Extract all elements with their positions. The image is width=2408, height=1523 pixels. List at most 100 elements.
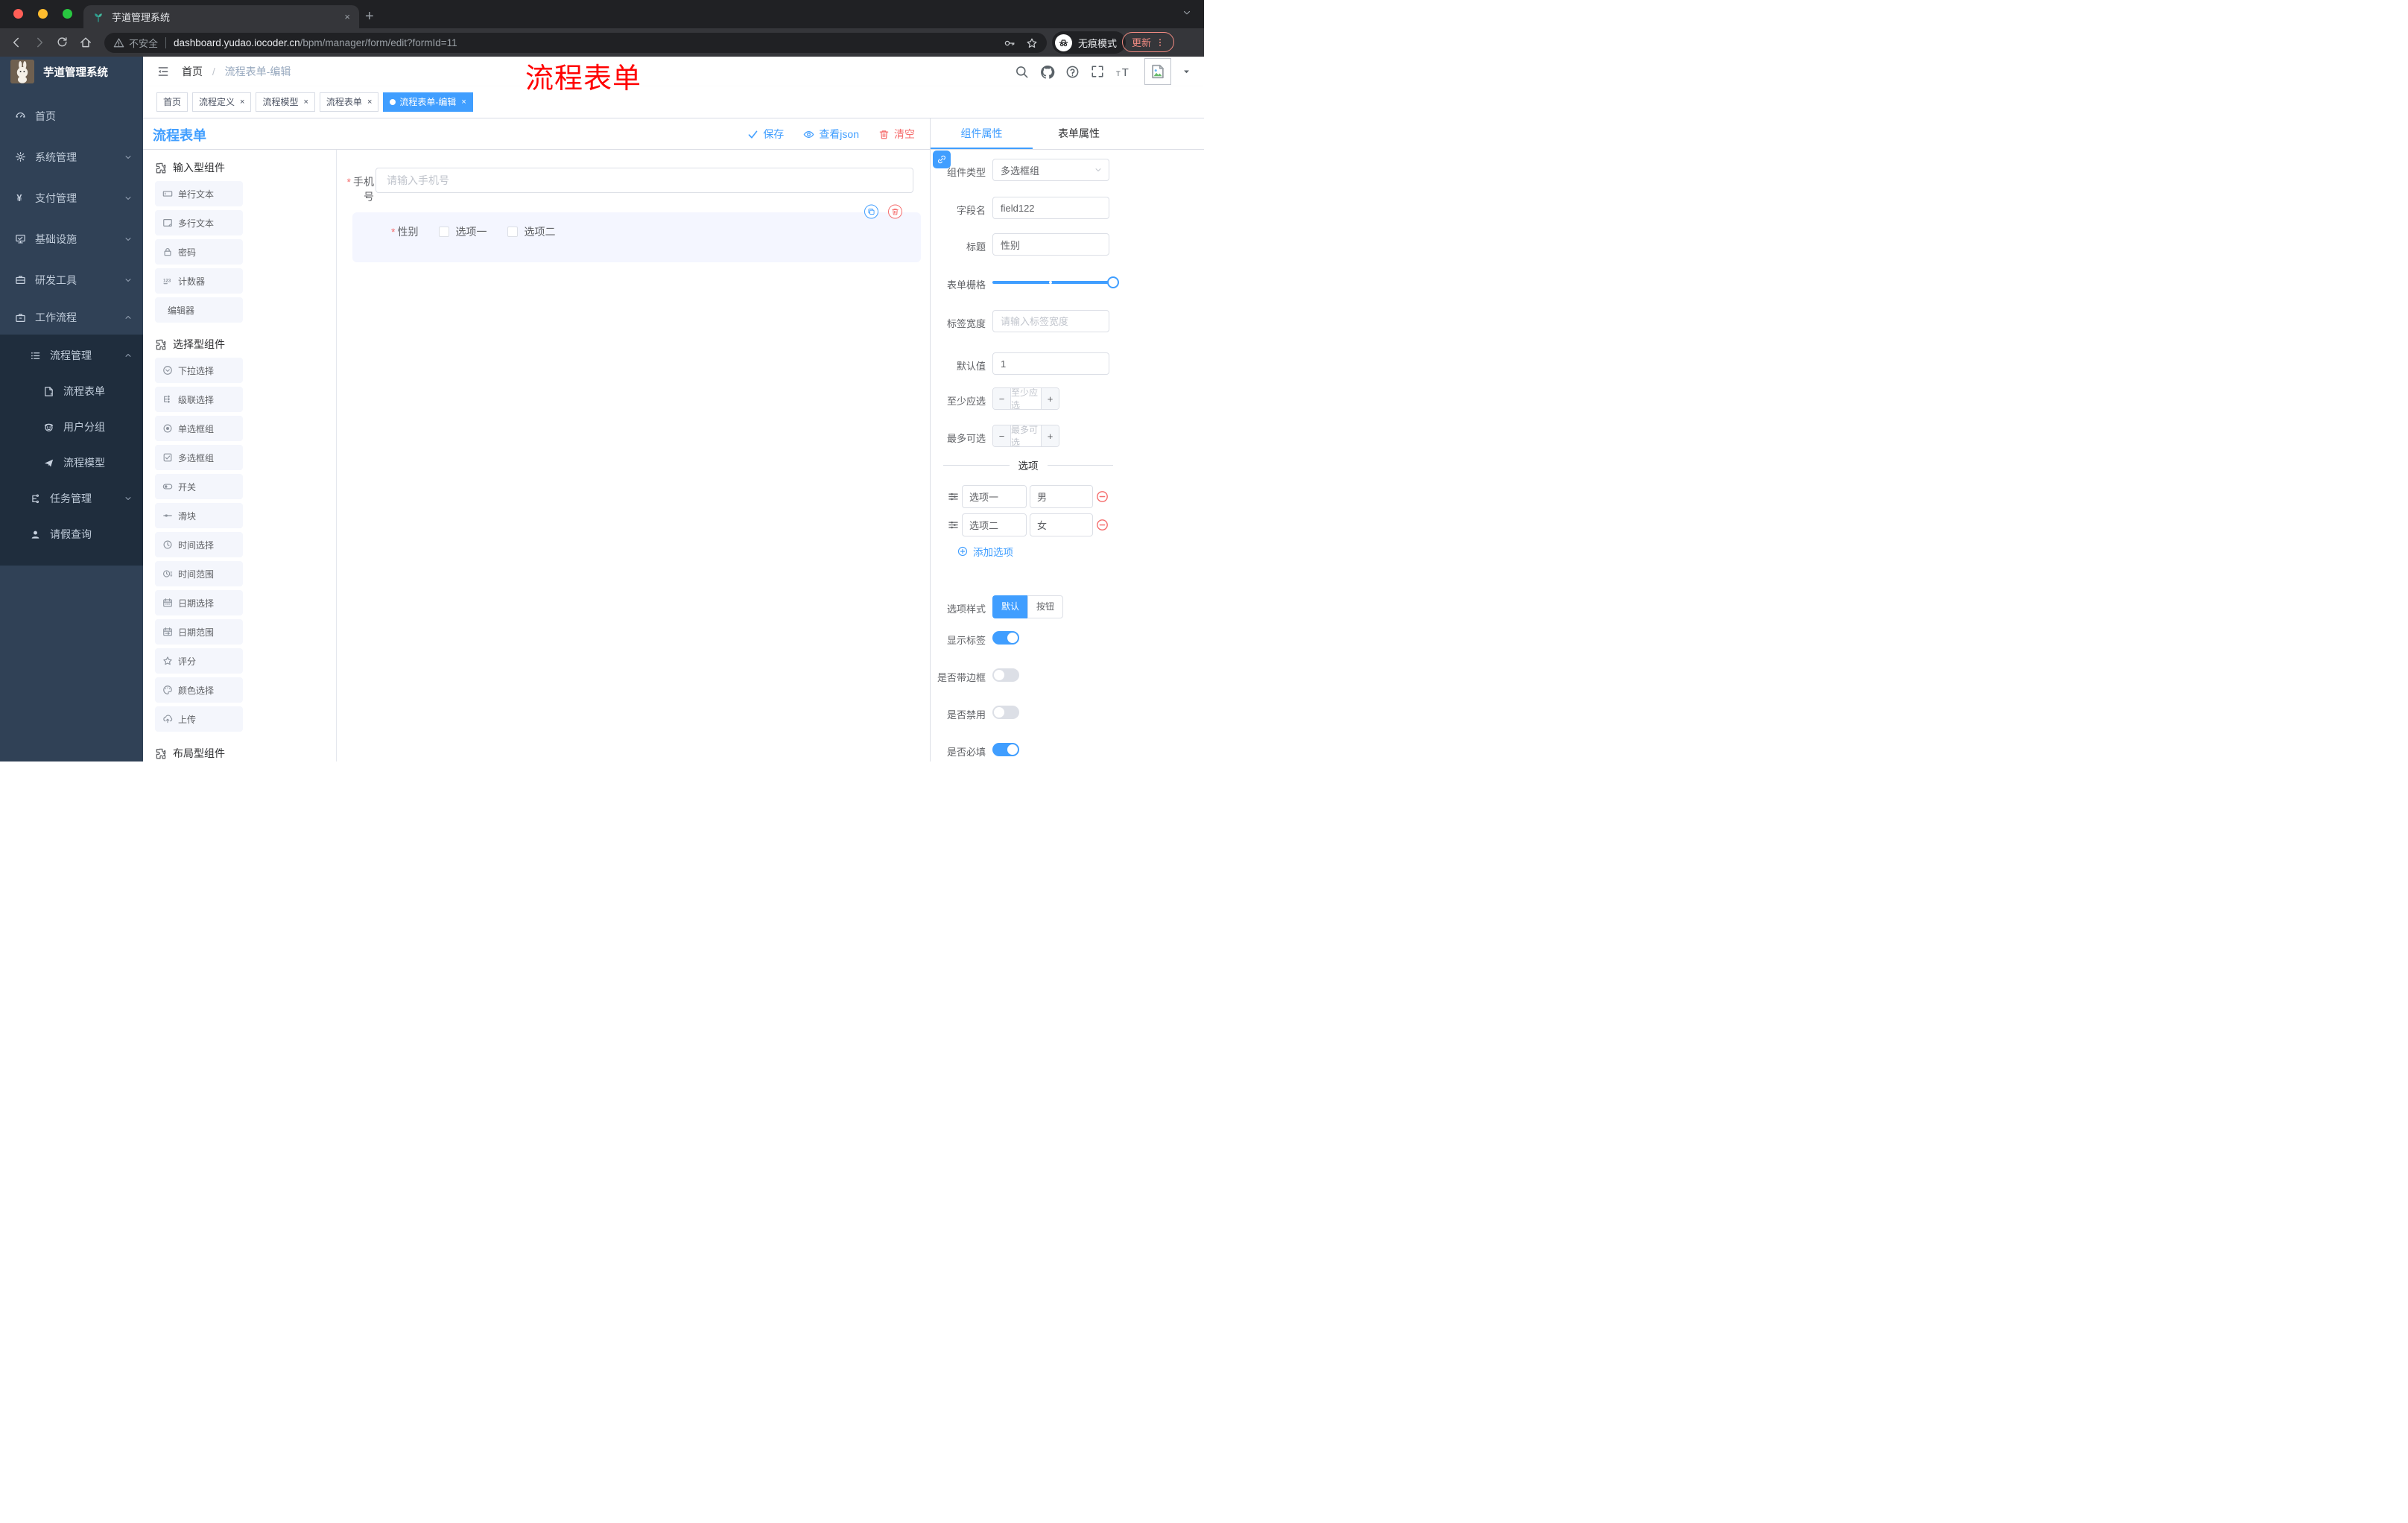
update-button[interactable]: 更新 [1122,32,1174,52]
component-item-lock[interactable]: 密码 [155,239,243,265]
stepper-plus-button[interactable]: + [1041,388,1059,409]
sidebar-item-briefcase[interactable]: 工作流程 [0,300,143,335]
close-window-button[interactable] [13,9,23,19]
toggle-switch[interactable] [992,631,1019,645]
tag-item[interactable]: 流程模型 × [256,92,315,112]
component-item-select[interactable]: 下拉选择 [155,358,243,383]
sidebar-item-doc-edit[interactable]: 流程表单 [0,373,143,409]
component-item-radio[interactable]: 单选框组 [155,416,243,441]
copy-component-button[interactable] [864,204,878,219]
selected-component-block[interactable]: * 性别 选项一 选项二 [352,204,921,262]
tag-close-icon[interactable]: × [367,93,372,111]
stepper-plus-button[interactable]: + [1041,425,1059,446]
default-value-input[interactable] [992,352,1109,375]
sidebar-item-toolbox[interactable]: 研发工具 [0,259,143,300]
phone-field-input[interactable] [376,168,913,193]
tab-component-props[interactable]: 组件属性 [931,118,1033,149]
form-grid-slider[interactable] [992,276,1119,288]
component-item-date-range[interactable]: 日期范围 [155,619,243,645]
component-item-counter[interactable]: 123 计数器 [155,268,243,294]
chevron-down-icon[interactable] [1182,7,1192,18]
component-item-slider[interactable]: 滑块 [155,503,243,528]
option-value-input[interactable] [1030,485,1093,508]
component-item-rate[interactable]: 评分 [155,648,243,674]
component-item-upload[interactable]: 上传 [155,706,243,732]
component-item-cascade[interactable]: 级联选择 [155,387,243,412]
component-item-input[interactable]: 单行文本 [155,181,243,206]
component-item-time-range[interactable]: 时间范围 [155,561,243,586]
font-size-icon[interactable]: TT [1116,65,1130,79]
reload-icon[interactable] [56,36,69,49]
clear-button[interactable]: 清空 [878,127,915,142]
tag-close-icon[interactable]: × [303,93,308,111]
sidebar-item-gear[interactable]: 系统管理 [0,136,143,177]
sidebar-item-list[interactable]: 流程管理 [0,338,143,373]
github-icon[interactable] [1040,65,1055,79]
tag-item[interactable]: 首页 [156,92,188,112]
tag-item[interactable]: 流程定义 × [192,92,252,112]
tag-item[interactable]: 流程表单 × [319,92,379,112]
remove-option-icon[interactable] [1096,519,1109,531]
minimize-window-button[interactable] [38,9,48,19]
home-icon[interactable] [79,36,92,49]
tab-close-icon[interactable]: × [344,11,350,22]
title-input[interactable] [992,233,1109,256]
option-value-input[interactable] [1030,513,1093,536]
sidebar-item-tree[interactable]: 任务管理 [0,481,143,516]
browser-tab[interactable]: 芋道管理系统 × [83,5,359,28]
sidebar-item-yen[interactable]: ¥ 支付管理 [0,177,143,218]
option-label-input[interactable] [962,485,1027,508]
caret-down-icon[interactable] [1182,68,1191,76]
component-item-palette[interactable]: 颜色选择 [155,677,243,703]
delete-component-button[interactable] [888,204,902,219]
sidebar-item-robot[interactable]: 用户分组 [0,409,143,445]
save-button[interactable]: 保存 [747,127,784,142]
sidebar-fold-icon[interactable] [156,65,170,78]
view-json-button[interactable]: 查看json [803,127,859,142]
component-type-select[interactable]: 多选框组 [992,159,1109,181]
tag-close-icon[interactable]: × [240,93,244,111]
address-bar[interactable]: 不安全 dashboard.yudao.iocoder.cn /bpm/mana… [104,33,1047,53]
bookmark-star-icon[interactable] [1026,37,1038,49]
add-option-button[interactable]: 添加选项 [957,544,1013,559]
sidebar-item-monitor[interactable]: 基础设施 [0,218,143,259]
not-secure-label[interactable]: 不安全 [129,36,158,50]
field-name-input[interactable] [992,197,1109,219]
sidebar-item-dashboard[interactable]: 首页 [0,95,143,136]
stepper-minus-button[interactable]: − [993,388,1011,409]
tag-close-icon[interactable]: × [461,93,466,111]
toggle-switch[interactable] [992,706,1019,719]
user-avatar-broken-image[interactable] [1144,58,1171,85]
style-default-button[interactable]: 默认 [992,595,1028,618]
forward-icon[interactable] [33,36,46,49]
component-item-date[interactable]: 日期选择 [155,590,243,615]
password-key-icon[interactable] [1004,37,1016,49]
search-icon[interactable] [1015,65,1029,79]
style-button-button[interactable]: 按钮 [1027,595,1064,618]
sidebar-item-plane[interactable]: 流程模型 [0,445,143,481]
component-item-checkbox[interactable]: 多选框组 [155,445,243,470]
component-item-textarea[interactable]: 多行文本 [155,210,243,235]
component-item-switch[interactable]: 开关 [155,474,243,499]
gender-option-checkbox[interactable]: 选项二 [507,224,555,239]
new-tab-button[interactable]: + [365,6,374,27]
option-label-input[interactable] [962,513,1027,536]
gender-option-checkbox[interactable]: 选项一 [439,224,487,239]
zoom-window-button[interactable] [63,9,72,19]
toggle-switch[interactable] [992,743,1019,756]
slider-handle[interactable] [1107,276,1119,288]
label-width-input[interactable] [992,310,1109,332]
toggle-switch[interactable] [992,668,1019,682]
drag-handle-icon[interactable] [948,491,959,502]
back-icon[interactable] [10,36,23,49]
stepper-minus-button[interactable]: − [993,425,1011,446]
fullscreen-icon[interactable] [1091,65,1105,79]
component-item-time[interactable]: 时间选择 [155,532,243,557]
help-icon[interactable] [1065,65,1080,79]
remove-option-icon[interactable] [1096,490,1109,503]
tag-active[interactable]: 流程表单-编辑 × [383,92,473,112]
component-item-editor[interactable]: 编辑器 [155,297,243,323]
drag-handle-icon[interactable] [948,519,959,531]
sidebar-item-user[interactable]: 请假查询 [0,516,143,552]
tab-form-props[interactable]: 表单属性 [1033,118,1125,149]
